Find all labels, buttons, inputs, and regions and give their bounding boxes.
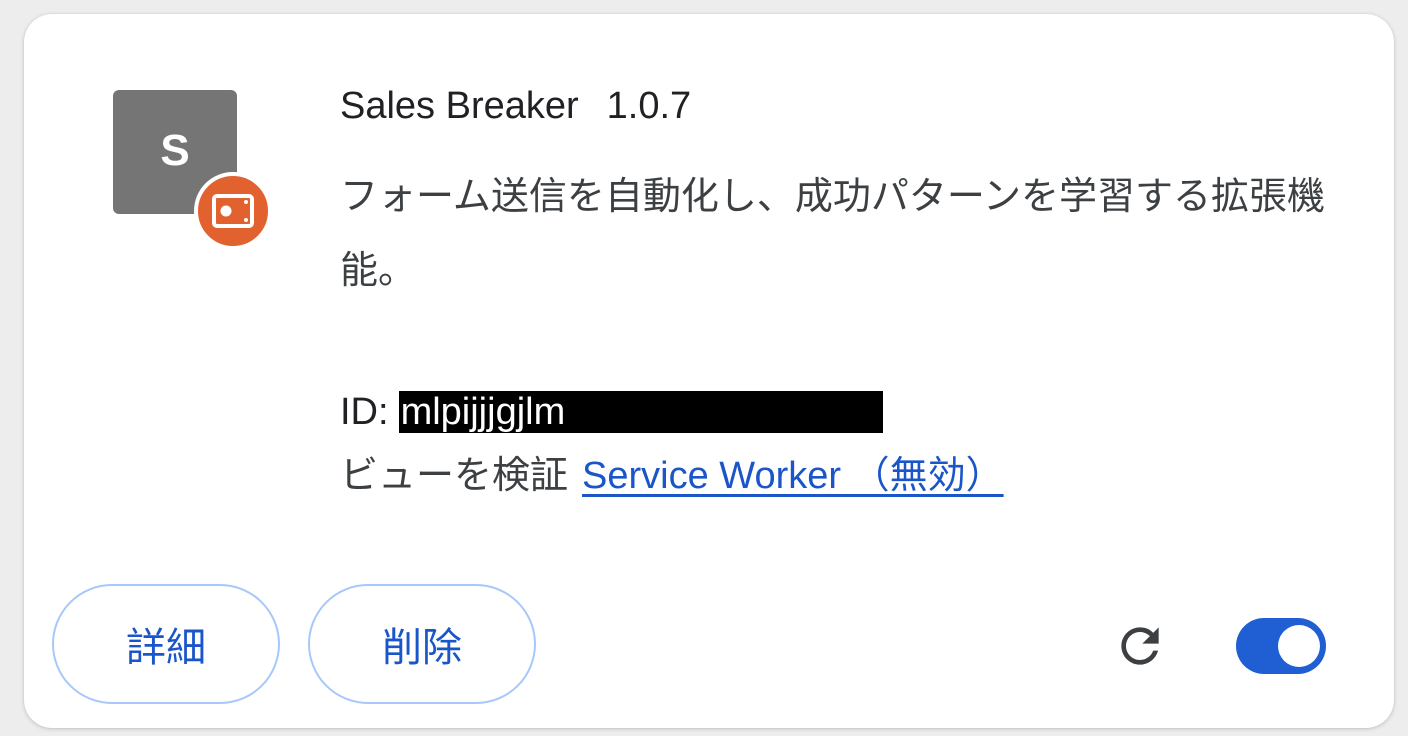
- extension-id-row: ID: mlpijjjgjlm: [340, 390, 883, 434]
- extension-name: Sales Breaker: [340, 85, 579, 127]
- extension-id-label: ID:: [340, 391, 389, 433]
- extension-id-value: mlpijjjgjlm: [398, 391, 883, 433]
- inspect-views-row: ビューを検証 Service Worker （無効）: [340, 454, 1004, 498]
- reload-icon[interactable]: [1112, 618, 1168, 674]
- details-button[interactable]: 詳細: [52, 584, 280, 704]
- extension-card: S Sales Breaker 1.0.7 フォーム送信を自動化し、成功パターンを…: [24, 14, 1394, 728]
- extension-icon-letter: S: [160, 126, 190, 175]
- inspect-views-label: ビューを検証: [340, 455, 569, 497]
- developer-mode-badge-icon: [194, 172, 272, 250]
- service-worker-link[interactable]: Service Worker （無効）: [582, 455, 1004, 497]
- enable-toggle[interactable]: [1236, 618, 1326, 674]
- extension-description: フォーム送信を自動化し、成功パターンを学習する拡張機能。: [340, 176, 1325, 292]
- extension-title: Sales Breaker 1.0.7: [340, 84, 691, 128]
- toggle-knob: [1278, 625, 1320, 667]
- extension-version: 1.0.7: [606, 85, 692, 127]
- remove-button[interactable]: 削除: [308, 584, 536, 704]
